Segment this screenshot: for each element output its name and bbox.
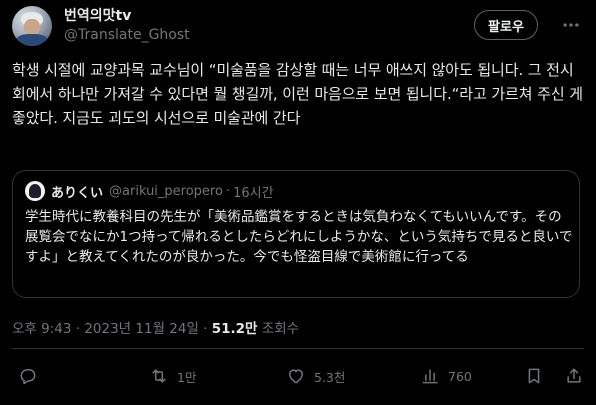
reply-button[interactable] (18, 360, 46, 392)
author-display-name[interactable]: 번역의맛tv (64, 7, 190, 26)
analytics-count: 760 (448, 368, 472, 384)
divider (12, 348, 584, 349)
quoted-tweet[interactable]: ありくい @arikui_peropero · 16시간 学生時代に教養科目の先… (12, 170, 580, 298)
author-names: 번역의맛tv @Translate_Ghost (64, 7, 190, 45)
follow-button[interactable]: 팔로우 (474, 10, 538, 40)
quote-header: ありくい @arikui_peropero · 16시간 (25, 181, 274, 201)
quote-separator: · (225, 183, 231, 199)
tweet-timestamp[interactable]: 오후 9:43 · 2023년 11월 24일 · (12, 321, 212, 337)
bookmark-button[interactable] (524, 360, 544, 392)
quote-handle: @arikui_peropero (109, 183, 223, 199)
tweet-header: 번역의맛tv @Translate_Ghost 팔로우 (12, 6, 582, 46)
reply-icon (20, 369, 36, 385)
author-avatar[interactable] (12, 6, 52, 46)
retweet-count: 1만 (177, 369, 197, 385)
quote-time: 16시간 (233, 185, 274, 201)
heart-icon (289, 369, 303, 384)
analytics-button[interactable]: 760 (420, 360, 472, 392)
views-label: 조회수 (257, 321, 300, 337)
quote-avatar (25, 181, 45, 201)
avatar-body (16, 34, 48, 46)
action-bar: 1만 5.3천 760 (0, 360, 596, 392)
like-button[interactable]: 5.3천 (286, 360, 345, 392)
share-icon (567, 368, 581, 383)
tweet-text: 학생 시절에 교양과목 교수님이 “미술품을 감상할 때는 너무 애쓰지 않아도… (12, 61, 583, 127)
more-horizontal-icon[interactable] (560, 14, 582, 36)
share-button[interactable] (564, 360, 584, 392)
quote-text: 学生時代に教養科目の先生が「美術品鑑賞をするときは気負わなくてもいいんです。その… (25, 209, 573, 265)
like-count: 5.3천 (314, 369, 346, 385)
author-handle[interactable]: @Translate_Ghost (64, 26, 190, 45)
retweet-button[interactable]: 1만 (149, 360, 196, 392)
views-count: 51.2만 (211, 321, 258, 337)
quote-avatar-mark (29, 184, 41, 198)
quote-display-name: ありくい (51, 185, 104, 201)
retweet-icon (152, 369, 166, 383)
analytics-icon (422, 369, 438, 384)
bookmark-icon (528, 368, 540, 384)
tweet-meta: 오후 9:43 · 2023년 11월 24일 · 51.2만 조회수 (12, 317, 299, 337)
